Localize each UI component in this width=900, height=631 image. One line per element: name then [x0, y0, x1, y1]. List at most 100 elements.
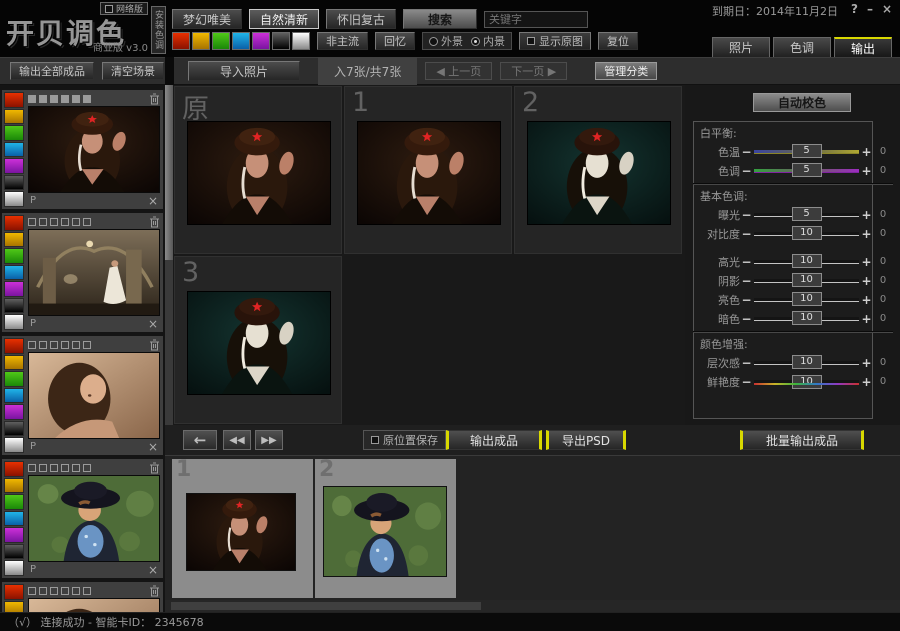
- variant-cell-3[interactable]: 3: [174, 256, 342, 424]
- slider-value[interactable]: 10: [792, 355, 822, 369]
- increase-button[interactable]: +: [860, 164, 873, 178]
- decrease-button[interactable]: −: [740, 375, 753, 389]
- swatch-green[interactable]: [212, 32, 230, 50]
- minimize-button[interactable]: –: [867, 2, 873, 16]
- export-psd-button[interactable]: 导出PSD: [546, 430, 626, 450]
- close-button[interactable]: ×: [882, 2, 892, 16]
- filmstrip-scrollbar[interactable]: [165, 600, 900, 612]
- tab-photo[interactable]: 照片: [712, 37, 770, 57]
- increase-button[interactable]: +: [860, 274, 873, 288]
- swatch-magenta[interactable]: [252, 32, 270, 50]
- increase-button[interactable]: +: [860, 227, 873, 241]
- photo-original[interactable]: [187, 121, 331, 225]
- next-page-button[interactable]: 下一页 ▶: [500, 62, 567, 80]
- save-in-place-toggle[interactable]: 原位置保存: [363, 430, 446, 450]
- remove-group-icon[interactable]: ×: [148, 194, 158, 208]
- decrease-button[interactable]: −: [740, 227, 753, 241]
- swatch-cyan[interactable]: [232, 32, 250, 50]
- decrease-button[interactable]: −: [740, 293, 753, 307]
- vibrance-slider[interactable]: 10: [754, 380, 859, 384]
- filmstrip-item-1[interactable]: 1: [172, 459, 313, 598]
- subcategory-nonmainstream-button[interactable]: 非主流: [317, 32, 368, 50]
- group-thumbnail[interactable]: [28, 106, 160, 193]
- preset-group-4[interactable]: P ×: [2, 459, 163, 578]
- remove-group-icon[interactable]: ×: [148, 563, 158, 577]
- slider-value[interactable]: 10: [792, 292, 822, 306]
- tab-tone[interactable]: 色调: [773, 37, 831, 57]
- preset-group-3[interactable]: P ×: [2, 336, 163, 455]
- contrast-slider[interactable]: 10: [754, 232, 859, 236]
- filmstrip-scrollbar-thumb[interactable]: [171, 602, 481, 610]
- group-thumbnail[interactable]: [28, 229, 160, 316]
- filmstrip-photo-2[interactable]: [323, 486, 447, 577]
- rewind-button[interactable]: ◀◀: [223, 430, 251, 450]
- grid-scrollbar-thumb[interactable]: [165, 85, 173, 260]
- category-dreamy-button[interactable]: 梦幻唯美: [172, 9, 242, 29]
- blacks-slider[interactable]: 10: [754, 317, 859, 321]
- variant-cell-original[interactable]: 原: [174, 86, 342, 254]
- preset-group-5[interactable]: P ×: [2, 582, 163, 612]
- decrease-button[interactable]: −: [740, 164, 753, 178]
- photo-variant-2[interactable]: [527, 121, 671, 225]
- slider-value[interactable]: 10: [792, 311, 822, 325]
- temperature-slider[interactable]: 5: [754, 150, 859, 154]
- photo-variant-3[interactable]: [187, 291, 331, 395]
- help-button[interactable]: ?: [851, 2, 858, 16]
- slider-value[interactable]: 10: [792, 375, 822, 389]
- scene-indoor-radio[interactable]: 内景: [471, 33, 505, 49]
- trash-icon[interactable]: [149, 585, 160, 597]
- reset-button[interactable]: 复位: [598, 32, 638, 50]
- show-original-toggle[interactable]: 显示原图: [519, 32, 591, 50]
- show-original-checkbox[interactable]: [527, 37, 535, 45]
- increase-button[interactable]: +: [860, 293, 873, 307]
- install-tones-vertical-tab[interactable]: 安装色调: [151, 6, 166, 54]
- swatch-red[interactable]: [172, 32, 190, 50]
- filmstrip-photo-1[interactable]: [186, 493, 296, 571]
- increase-button[interactable]: +: [860, 312, 873, 326]
- clear-scene-button[interactable]: 清空场景: [102, 62, 164, 80]
- decrease-button[interactable]: −: [740, 312, 753, 326]
- search-button[interactable]: 搜索: [403, 9, 477, 29]
- forward-button[interactable]: ▶▶: [255, 430, 283, 450]
- increase-button[interactable]: +: [860, 255, 873, 269]
- trash-icon[interactable]: [149, 339, 160, 351]
- slider-value[interactable]: 10: [792, 254, 822, 268]
- shadows-slider[interactable]: 10: [754, 279, 859, 283]
- whites-slider[interactable]: 10: [754, 298, 859, 302]
- increase-button[interactable]: +: [860, 356, 873, 370]
- manage-category-button[interactable]: 管理分类: [595, 62, 657, 80]
- remove-group-icon[interactable]: ×: [148, 440, 158, 454]
- decrease-button[interactable]: −: [740, 145, 753, 159]
- swatch-yellow[interactable]: [192, 32, 210, 50]
- swatch-black[interactable]: [272, 32, 290, 50]
- increase-button[interactable]: +: [860, 375, 873, 389]
- decrease-button[interactable]: −: [740, 274, 753, 288]
- trash-icon[interactable]: [149, 462, 160, 474]
- depth-slider[interactable]: 10: [754, 361, 859, 365]
- category-natural-button[interactable]: 自然清新: [249, 9, 319, 29]
- decrease-button[interactable]: −: [740, 208, 753, 222]
- group-thumbnail[interactable]: [28, 352, 160, 439]
- trash-icon[interactable]: [149, 93, 160, 105]
- increase-button[interactable]: +: [860, 145, 873, 159]
- batch-export-button[interactable]: 批量输出成品: [740, 430, 864, 450]
- keyword-input[interactable]: [484, 11, 588, 28]
- export-all-button[interactable]: 输出全部成品: [10, 62, 94, 80]
- import-photos-button[interactable]: 导入照片: [188, 61, 300, 81]
- slider-value[interactable]: 5: [792, 207, 822, 221]
- save-in-place-checkbox[interactable]: [371, 436, 379, 444]
- trash-icon[interactable]: [149, 216, 160, 228]
- tint-slider[interactable]: 5: [754, 169, 859, 173]
- swatch-white[interactable]: [292, 32, 310, 50]
- variant-cell-2[interactable]: 2: [514, 86, 682, 254]
- export-finished-button[interactable]: 输出成品: [446, 430, 542, 450]
- slider-value[interactable]: 5: [792, 163, 822, 177]
- subcategory-memory-button[interactable]: 回忆: [375, 32, 415, 50]
- highlights-slider[interactable]: 10: [754, 260, 859, 264]
- auto-color-button[interactable]: 自动校色: [753, 93, 851, 112]
- photo-variant-1[interactable]: [357, 121, 501, 225]
- decrease-button[interactable]: −: [740, 356, 753, 370]
- back-arrow-button[interactable]: ←: [183, 430, 217, 450]
- filmstrip-item-2[interactable]: 2: [315, 459, 456, 598]
- slider-value[interactable]: 10: [792, 226, 822, 240]
